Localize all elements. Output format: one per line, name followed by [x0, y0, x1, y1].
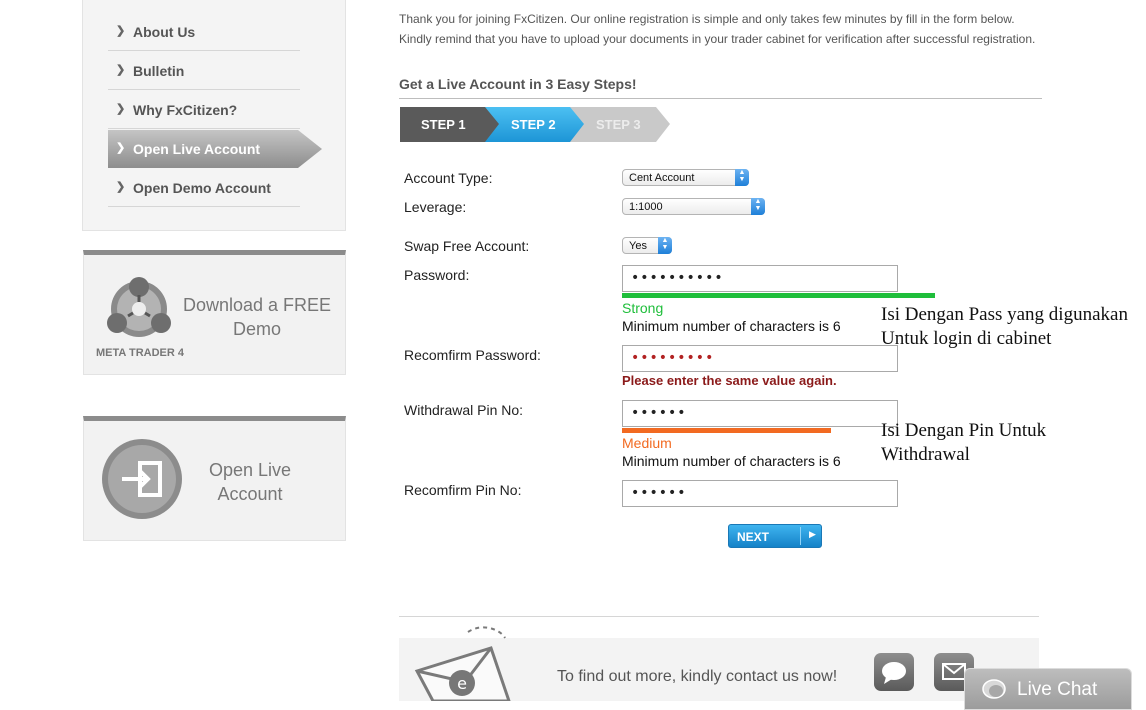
password-annotation-line1: Isi Dengan Pass yang digunakan: [881, 304, 1128, 325]
account-type-select[interactable]: Cent Account ▲ ▼: [622, 169, 749, 186]
confirm-password-input[interactable]: •••••••••: [622, 345, 898, 372]
leverage-label: Leverage:: [404, 199, 467, 215]
next-button-label: NEXT: [737, 530, 770, 544]
next-button[interactable]: NEXT ▶: [728, 524, 822, 548]
live-chat-label: Live Chat: [1017, 679, 1098, 700]
account-type-label: Account Type:: [404, 170, 493, 186]
step-2: STEP 2: [485, 107, 585, 142]
pin-strength-text: Medium: [622, 435, 672, 451]
password-annotation-line2: Untuk login di cabinet: [881, 328, 1052, 349]
button-divider: [800, 527, 801, 545]
intro-text: Thank you for joining FxCitizen. Our onl…: [399, 9, 1049, 49]
leverage-select[interactable]: 1:1000 ▲ ▼: [622, 198, 765, 215]
sidebar-item-bulletin[interactable]: ❯ Bulletin: [108, 52, 300, 90]
download-demo-banner[interactable]: Download a FREE Demo META TRADER 4: [83, 250, 346, 375]
sidebar-item-about-us[interactable]: ❯ About Us: [108, 13, 300, 51]
confirm-password-error: Please enter the same value again.: [622, 373, 837, 388]
confirm-pin-input[interactable]: ••••••: [622, 480, 898, 507]
pin-annotation-line2: Withdrawal: [881, 444, 970, 465]
email-envelope-icon: e: [414, 626, 511, 701]
content-divider: [399, 616, 1039, 617]
password-strength-bar: [622, 293, 935, 298]
chevron-right-icon: ❯: [116, 64, 126, 76]
download-demo-line2: Demo: [232, 319, 281, 339]
swap-free-select[interactable]: Yes ▲ ▼: [622, 237, 672, 254]
live-chat-button[interactable]: Live Chat: [964, 668, 1132, 710]
pin-annotation-line1: Isi Dengan Pin Untuk: [881, 420, 1047, 441]
open-live-line1: Open Live: [208, 460, 292, 480]
metatrader-caption: META TRADER 4: [96, 347, 184, 359]
step-1-label: STEP 1: [421, 117, 466, 132]
confirm-password-label: Recomfirm Password:: [404, 347, 541, 363]
play-arrow-icon: ▶: [809, 529, 816, 539]
chat-bubble-icon[interactable]: [874, 653, 914, 691]
withdrawal-pin-label: Withdrawal Pin No:: [404, 402, 524, 418]
steps-heading: Get a Live Account in 3 Easy Steps!: [399, 76, 1042, 99]
password-strength-text: Strong: [622, 300, 664, 316]
step-3: STEP 3: [570, 107, 670, 142]
confirm-pin-label: Recomfirm Pin No:: [404, 482, 522, 498]
sidebar-item-label: Open Live Account: [133, 141, 261, 157]
password-label: Password:: [404, 267, 470, 283]
download-demo-line1: Download a FREE: [182, 295, 332, 315]
login-door-icon: [102, 439, 182, 519]
open-live-line2: Account: [217, 484, 283, 504]
pin-strength-bar: [622, 428, 831, 433]
intro-line-1: Thank you for joining FxCitizen. Our onl…: [399, 12, 1015, 26]
chevron-right-icon: ❯: [116, 103, 126, 115]
intro-line-2: Kindly remind that you have to upload yo…: [399, 32, 1036, 46]
sidebar-item-open-demo-account[interactable]: ❯ Open Demo Account: [108, 169, 300, 207]
withdrawal-pin-input[interactable]: ••••••: [622, 400, 898, 427]
step-1: STEP 1: [400, 107, 500, 142]
chat-bubble-icon: [982, 679, 1006, 699]
account-type-value: Cent Account: [629, 172, 695, 184]
leverage-value: 1:1000: [629, 201, 663, 213]
sidebar-item-label: Why FxCitizen?: [133, 102, 238, 118]
download-demo-text: Download a FREE Demo: [182, 293, 332, 341]
pin-hint: Minimum number of characters is 6: [622, 453, 841, 469]
metatrader-logo-icon: [107, 277, 171, 337]
pin-annotation: Isi Dengan Pin Untuk Withdrawal: [881, 419, 1046, 467]
step-3-label: STEP 3: [596, 117, 641, 132]
sidebar-item-label: Bulletin: [133, 63, 185, 79]
svg-text:e: e: [457, 674, 467, 693]
password-annotation: Isi Dengan Pass yang digunakan Untuk log…: [881, 303, 1128, 351]
sidebar-menu: ❯ About Us ❯ Bulletin ❯ Why FxCitizen? ❯…: [82, 0, 346, 231]
password-input[interactable]: ••••••••••: [622, 265, 898, 292]
chevron-right-icon: ❯: [116, 181, 126, 193]
select-arrows-icon: ▲ ▼: [751, 198, 765, 215]
sidebar-item-open-live-account[interactable]: ❯ Open Live Account: [108, 130, 322, 168]
open-live-account-text: Open Live Account: [194, 458, 306, 506]
contact-strip: e To find out more, kindly contact us no…: [399, 626, 1039, 701]
chevron-right-icon: ❯: [116, 25, 126, 37]
select-arrows-icon: ▲ ▼: [735, 169, 749, 186]
chevron-right-icon: ❯: [116, 142, 126, 154]
sidebar-item-label: About Us: [133, 24, 196, 40]
open-live-account-banner[interactable]: Open Live Account: [83, 416, 346, 541]
sidebar-item-label: Open Demo Account: [133, 180, 271, 196]
swap-free-value: Yes: [629, 240, 647, 252]
step-2-label: STEP 2: [511, 117, 556, 132]
contact-text: To find out more, kindly contact us now!: [557, 668, 838, 685]
swap-free-label: Swap Free Account:: [404, 238, 530, 254]
password-hint: Minimum number of characters is 6: [622, 318, 841, 334]
select-arrows-icon: ▲ ▼: [658, 237, 672, 254]
sidebar-item-why-fxcitizen[interactable]: ❯ Why FxCitizen?: [108, 91, 300, 129]
step-progress: STEP 1 STEP 2 STEP 3: [400, 107, 670, 142]
